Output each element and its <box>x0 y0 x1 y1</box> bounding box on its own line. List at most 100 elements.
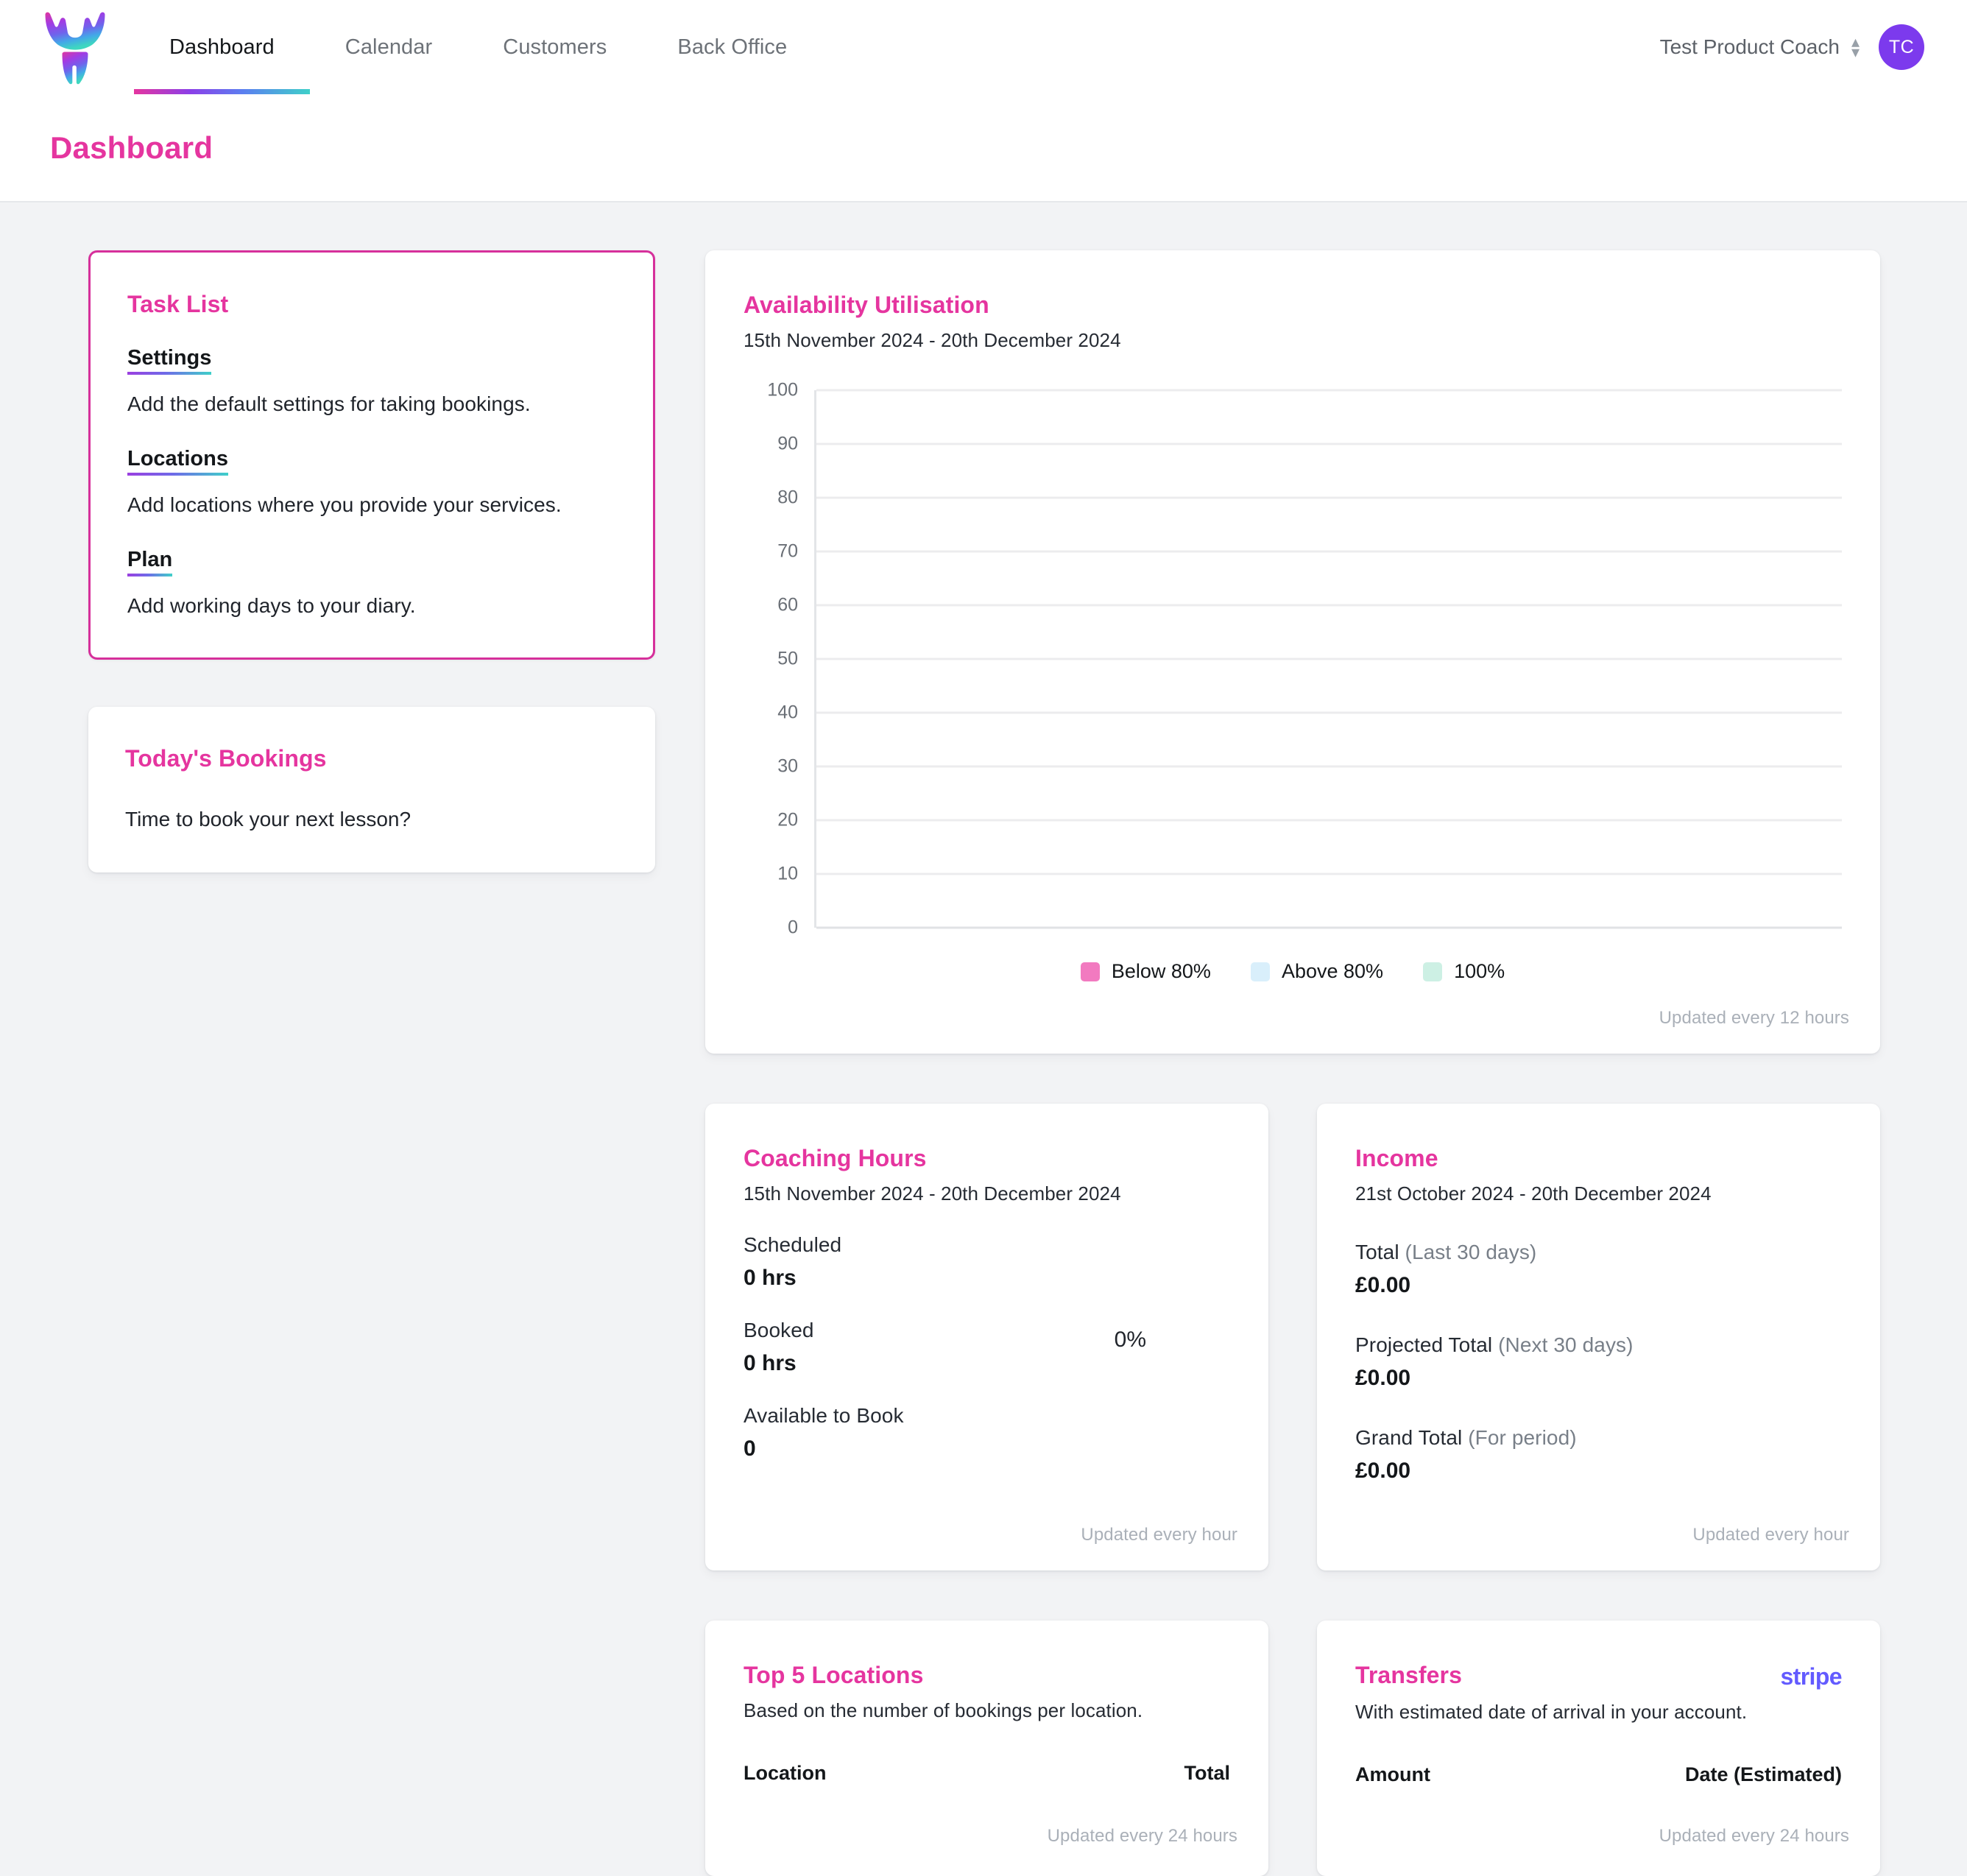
tables-row: Top 5 Locations Based on the number of b… <box>705 1621 1880 1876</box>
gridline-0 <box>816 926 1842 929</box>
top-locations-header: Top 5 Locations <box>744 1662 1230 1689</box>
todays-bookings-body: Time to book your next lesson? <box>125 808 412 831</box>
income-grand-label-text: Grand Total <box>1355 1426 1463 1449</box>
nav-link-calendar[interactable]: Calendar <box>310 0 468 94</box>
stat-available-label: Available to Book <box>744 1404 904 1427</box>
task-desc-locations: Add locations where you provide your ser… <box>127 493 562 516</box>
stat-booked-label: Booked <box>744 1319 814 1341</box>
legend-item-100[interactable]: 100% <box>1423 960 1505 983</box>
gridline-70 <box>816 550 1842 553</box>
legend-label-below-80: Below 80% <box>1111 960 1211 982</box>
task-desc-plan: Add working days to your diary. <box>127 594 416 617</box>
availability-date-range: 15th November 2024 - 20th December 2024 <box>744 329 1121 351</box>
task-link-locations[interactable]: Locations <box>127 447 228 479</box>
transfers-title: Transfers <box>1355 1662 1462 1688</box>
stat-booked: Booked 0 hrs <box>744 1319 1230 1376</box>
top-locations-updated-note: Updated every 24 hours <box>1047 1826 1237 1846</box>
income-total-qualifier: (Last 30 days) <box>1399 1241 1537 1263</box>
task-link-plan[interactable]: Plan <box>127 548 173 579</box>
account-switcher[interactable]: Test Product Coach ▴ ▾ <box>1660 32 1860 61</box>
column-header-amount: Amount <box>1355 1763 1430 1785</box>
stat-scheduled-label: Scheduled <box>744 1233 842 1256</box>
nav-link-back-office-label: Back Office <box>677 35 788 59</box>
avatar-initials: TC <box>1888 36 1915 57</box>
income-projected-total: Projected Total (Next 30 days) £0.00 <box>1355 1333 1842 1391</box>
gridline-30 <box>816 765 1842 768</box>
legend-item-above-80[interactable]: Above 80% <box>1250 960 1383 983</box>
income-grand-qualifier: (For period) <box>1462 1426 1577 1449</box>
coaching-hours-percentage: 0% <box>1114 1327 1146 1353</box>
antler-logo-icon[interactable] <box>41 9 109 85</box>
todays-bookings-title: Today's Bookings <box>125 745 327 772</box>
coaching-hours-title: Coaching Hours <box>744 1145 927 1171</box>
coaching-hours-card: Coaching Hours 15th November 2024 - 20th… <box>705 1104 1268 1570</box>
y-tick-20: 20 <box>777 809 798 831</box>
top-locations-title: Top 5 Locations <box>744 1662 924 1688</box>
income-projected-value: £0.00 <box>1355 1366 1411 1390</box>
gridline-50 <box>816 657 1842 660</box>
chevron-up-down-icon: ▴ ▾ <box>1851 32 1860 61</box>
gridline-40 <box>816 711 1842 714</box>
income-grand-label: Grand Total (For period) <box>1355 1426 1842 1450</box>
income-grand-total: Grand Total (For period) £0.00 <box>1355 1426 1842 1484</box>
column-header-date-estimated: Date (Estimated) <box>1684 1763 1842 1785</box>
y-tick-0: 0 <box>788 917 798 938</box>
dashboard-main: Task List Settings Add the default setti… <box>0 202 1967 1876</box>
y-tick-80: 80 <box>777 487 798 508</box>
top-locations-card: Top 5 Locations Based on the number of b… <box>705 1621 1268 1876</box>
coaching-hours-date-range: 15th November 2024 - 20th December 2024 <box>744 1182 1121 1205</box>
todays-bookings-card: Today's Bookings Time to book your next … <box>88 707 655 872</box>
primary-nav-links: Dashboard Calendar Customers Back Office <box>134 0 822 94</box>
income-total-label: Total (Last 30 days) <box>1355 1241 1842 1264</box>
stat-scheduled-value: 0 hrs <box>744 1266 797 1290</box>
legend-swatch-above-80-icon <box>1250 962 1270 981</box>
availability-title: Availability Utilisation <box>744 292 989 318</box>
gridline-60 <box>816 604 1842 607</box>
income-projected-qualifier: (Next 30 days) <box>1492 1333 1634 1356</box>
stat-available-value: 0 <box>744 1436 756 1461</box>
stats-row: Coaching Hours 15th November 2024 - 20th… <box>705 1104 1880 1570</box>
page-title: Dashboard <box>50 130 213 165</box>
avatar[interactable]: TC <box>1879 24 1924 70</box>
top-locations-table-header: Location Total <box>744 1762 1230 1785</box>
nav-link-customers-label: Customers <box>503 35 607 59</box>
chart-y-axis-labels: 100 90 80 70 60 50 40 30 20 10 0 <box>744 380 798 938</box>
availability-utilisation-card: Availability Utilisation 15th November 2… <box>705 250 1880 1054</box>
top-locations-subtitle: Based on the number of bookings per loca… <box>744 1699 1143 1721</box>
availability-chart: 100 90 80 70 60 50 40 30 20 10 0 <box>744 380 1842 938</box>
legend-item-below-80[interactable]: Below 80% <box>1080 960 1211 983</box>
task-list-card: Task List Settings Add the default setti… <box>88 250 655 660</box>
top-navigation-bar: Dashboard Calendar Customers Back Office… <box>0 0 1967 94</box>
gridline-100 <box>816 389 1842 392</box>
task-list-title: Task List <box>127 291 229 317</box>
page-header: Dashboard <box>0 94 1967 202</box>
legend-label-100: 100% <box>1454 960 1505 982</box>
y-tick-30: 30 <box>777 755 798 777</box>
transfers-card: Transfers stripe With estimated date of … <box>1317 1621 1880 1876</box>
income-total: Total (Last 30 days) £0.00 <box>1355 1241 1842 1298</box>
nav-link-customers[interactable]: Customers <box>467 0 642 94</box>
income-total-value: £0.00 <box>1355 1273 1411 1297</box>
income-card: Income 21st October 2024 - 20th December… <box>1317 1104 1880 1570</box>
task-link-settings[interactable]: Settings <box>127 346 212 378</box>
chart-plot-area <box>814 389 1842 929</box>
y-tick-40: 40 <box>777 702 798 723</box>
nav-link-dashboard-label: Dashboard <box>169 35 275 59</box>
column-header-location: Location <box>744 1762 827 1784</box>
stripe-logo-icon: stripe <box>1780 1663 1842 1690</box>
nav-link-dashboard[interactable]: Dashboard <box>134 0 310 94</box>
gridline-10 <box>816 872 1842 875</box>
legend-swatch-below-80-icon <box>1080 962 1100 981</box>
coaching-hours-updated-note: Updated every hour <box>1081 1525 1237 1545</box>
chart-legend: Below 80% Above 80% 100% <box>744 960 1842 983</box>
y-tick-60: 60 <box>777 594 798 616</box>
income-projected-label-text: Projected Total <box>1355 1333 1493 1356</box>
y-tick-100: 100 <box>767 379 798 401</box>
nav-link-back-office[interactable]: Back Office <box>642 0 822 94</box>
y-tick-10: 10 <box>777 863 798 884</box>
income-total-label-text: Total <box>1355 1241 1399 1263</box>
legend-swatch-100-icon <box>1423 962 1443 981</box>
task-desc-settings: Add the default settings for taking book… <box>127 392 531 415</box>
y-tick-70: 70 <box>777 540 798 562</box>
gridline-90 <box>816 442 1842 445</box>
